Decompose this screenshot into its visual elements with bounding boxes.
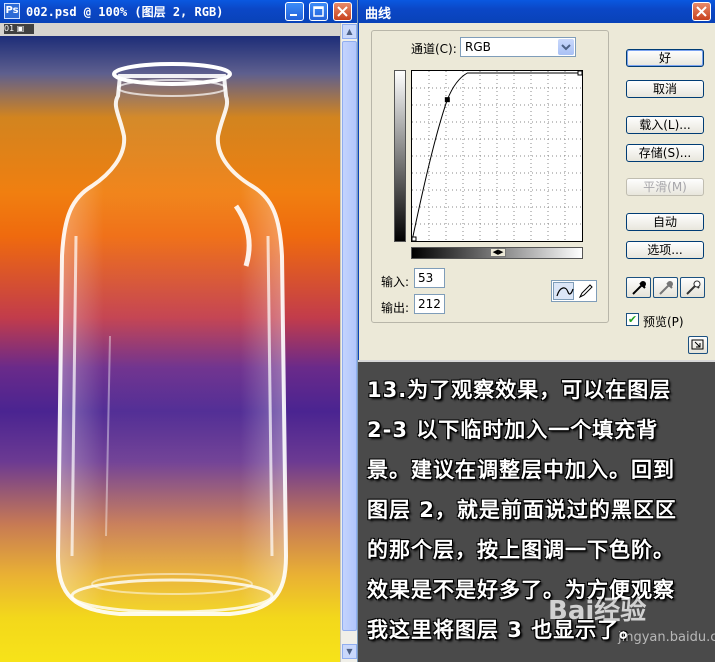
output-label: 输出: xyxy=(381,301,410,315)
caption-line: 景。建议在调整层中加入。回到 xyxy=(367,458,675,482)
black-eyedropper-button[interactable] xyxy=(626,277,651,298)
document-canvas[interactable] xyxy=(0,36,340,662)
document-titlebar[interactable]: Ps 002.psd @ 100% (图层 2, RGB) xyxy=(0,0,357,23)
baidu-watermark: Bai经验 xyxy=(548,590,646,627)
photoshop-document-icon: Ps xyxy=(4,3,20,19)
chevron-down-icon[interactable] xyxy=(558,39,574,55)
minimize-button[interactable] xyxy=(285,2,304,21)
glass-bottle-image xyxy=(55,62,289,616)
minimize-icon xyxy=(290,14,297,16)
channel-value: RGB xyxy=(465,40,491,54)
watermark-brand2: 经验 xyxy=(594,596,647,626)
pencil-tool-icon[interactable] xyxy=(575,282,596,300)
curves-title: 曲线 xyxy=(365,7,392,22)
preview-label: 预览(P) xyxy=(643,315,684,329)
curves-dialog: 曲线 通道(C): RGB ◀▶ 输入: 53 输出: 212 好 取消 载入(… xyxy=(358,0,715,360)
auto-button[interactable]: 自动 xyxy=(626,213,704,231)
output-gradient-bar xyxy=(394,70,406,242)
smooth-button[interactable]: 平滑(M) xyxy=(626,178,704,196)
white-eyedropper-icon xyxy=(686,280,701,295)
document-window: Ps 002.psd @ 100% (图层 2, RGB) 01 ▣ ▲ ▼ xyxy=(0,0,358,662)
close-icon xyxy=(337,6,348,17)
options-button[interactable]: 选项... xyxy=(626,241,704,259)
caption-line: 2-3 以下临时加入一个填充背 xyxy=(367,418,659,442)
curve-point-tool-icon[interactable] xyxy=(553,282,574,300)
black-eyedropper-icon xyxy=(632,281,646,295)
maximize-icon xyxy=(313,6,324,17)
curve-endpoint-white[interactable] xyxy=(577,71,582,76)
curve-graph[interactable] xyxy=(411,70,583,242)
scroll-up-icon[interactable]: ▲ xyxy=(342,24,357,39)
scrollbar-thumb[interactable] xyxy=(342,41,357,631)
channel-select[interactable]: RGB xyxy=(460,37,576,57)
expand-view-button[interactable] xyxy=(688,336,708,354)
gray-eyedropper-icon xyxy=(659,281,673,295)
caption-line: 13.为了观察效果，可以在图层 xyxy=(367,378,672,402)
checkmark-icon: ✔ xyxy=(627,313,638,326)
vertical-scrollbar[interactable]: ▲ ▼ xyxy=(340,23,357,662)
channel-label: 通道(C): xyxy=(411,42,457,56)
maximize-button[interactable] xyxy=(309,2,328,21)
curves-close-button[interactable] xyxy=(692,2,711,21)
tutorial-caption: 13.为了观察效果，可以在图层 2-3 以下临时加入一个填充背 景。建议在调整层… xyxy=(358,360,715,662)
close-button[interactable] xyxy=(333,2,352,21)
output-field[interactable]: 212 xyxy=(414,294,445,314)
watermark-brand: Bai xyxy=(548,596,595,626)
close-icon xyxy=(696,6,707,17)
document-title: 002.psd @ 100% (图层 2, RGB) xyxy=(26,5,224,19)
watermark-url: jingyan.baidu.com xyxy=(618,630,715,645)
layer-indicator-label: 01 xyxy=(4,24,15,33)
layer-indicator: 01 ▣ xyxy=(4,24,34,34)
input-label: 输入: xyxy=(381,275,410,289)
curves-titlebar[interactable]: 曲线 xyxy=(359,0,715,23)
document-subbar: 01 ▣ xyxy=(0,23,357,36)
scroll-down-icon[interactable]: ▼ xyxy=(342,644,357,659)
gradient-toggle-icon[interactable]: ◀▶ xyxy=(490,248,506,257)
curve-control-point[interactable] xyxy=(444,97,450,103)
white-eyedropper-button[interactable] xyxy=(680,277,705,298)
load-button[interactable]: 载入(L)... xyxy=(626,116,704,134)
curve-endpoint-black[interactable] xyxy=(412,236,417,241)
input-field[interactable]: 53 xyxy=(414,268,445,288)
cancel-button[interactable]: 取消 xyxy=(626,80,704,98)
save-button[interactable]: 存储(S)... xyxy=(626,144,704,162)
curve-tool-group xyxy=(551,280,597,302)
gray-eyedropper-button[interactable] xyxy=(653,277,678,298)
preview-checkbox[interactable]: ✔ xyxy=(626,313,639,326)
ok-button[interactable]: 好 xyxy=(626,49,704,67)
curve-plot xyxy=(412,71,582,241)
caption-line: 的那个层，按上图调一下色阶。 xyxy=(367,538,675,562)
caption-line: 图层 2，就是前面说过的黑区区 xyxy=(367,498,677,522)
expand-icon xyxy=(691,339,704,350)
